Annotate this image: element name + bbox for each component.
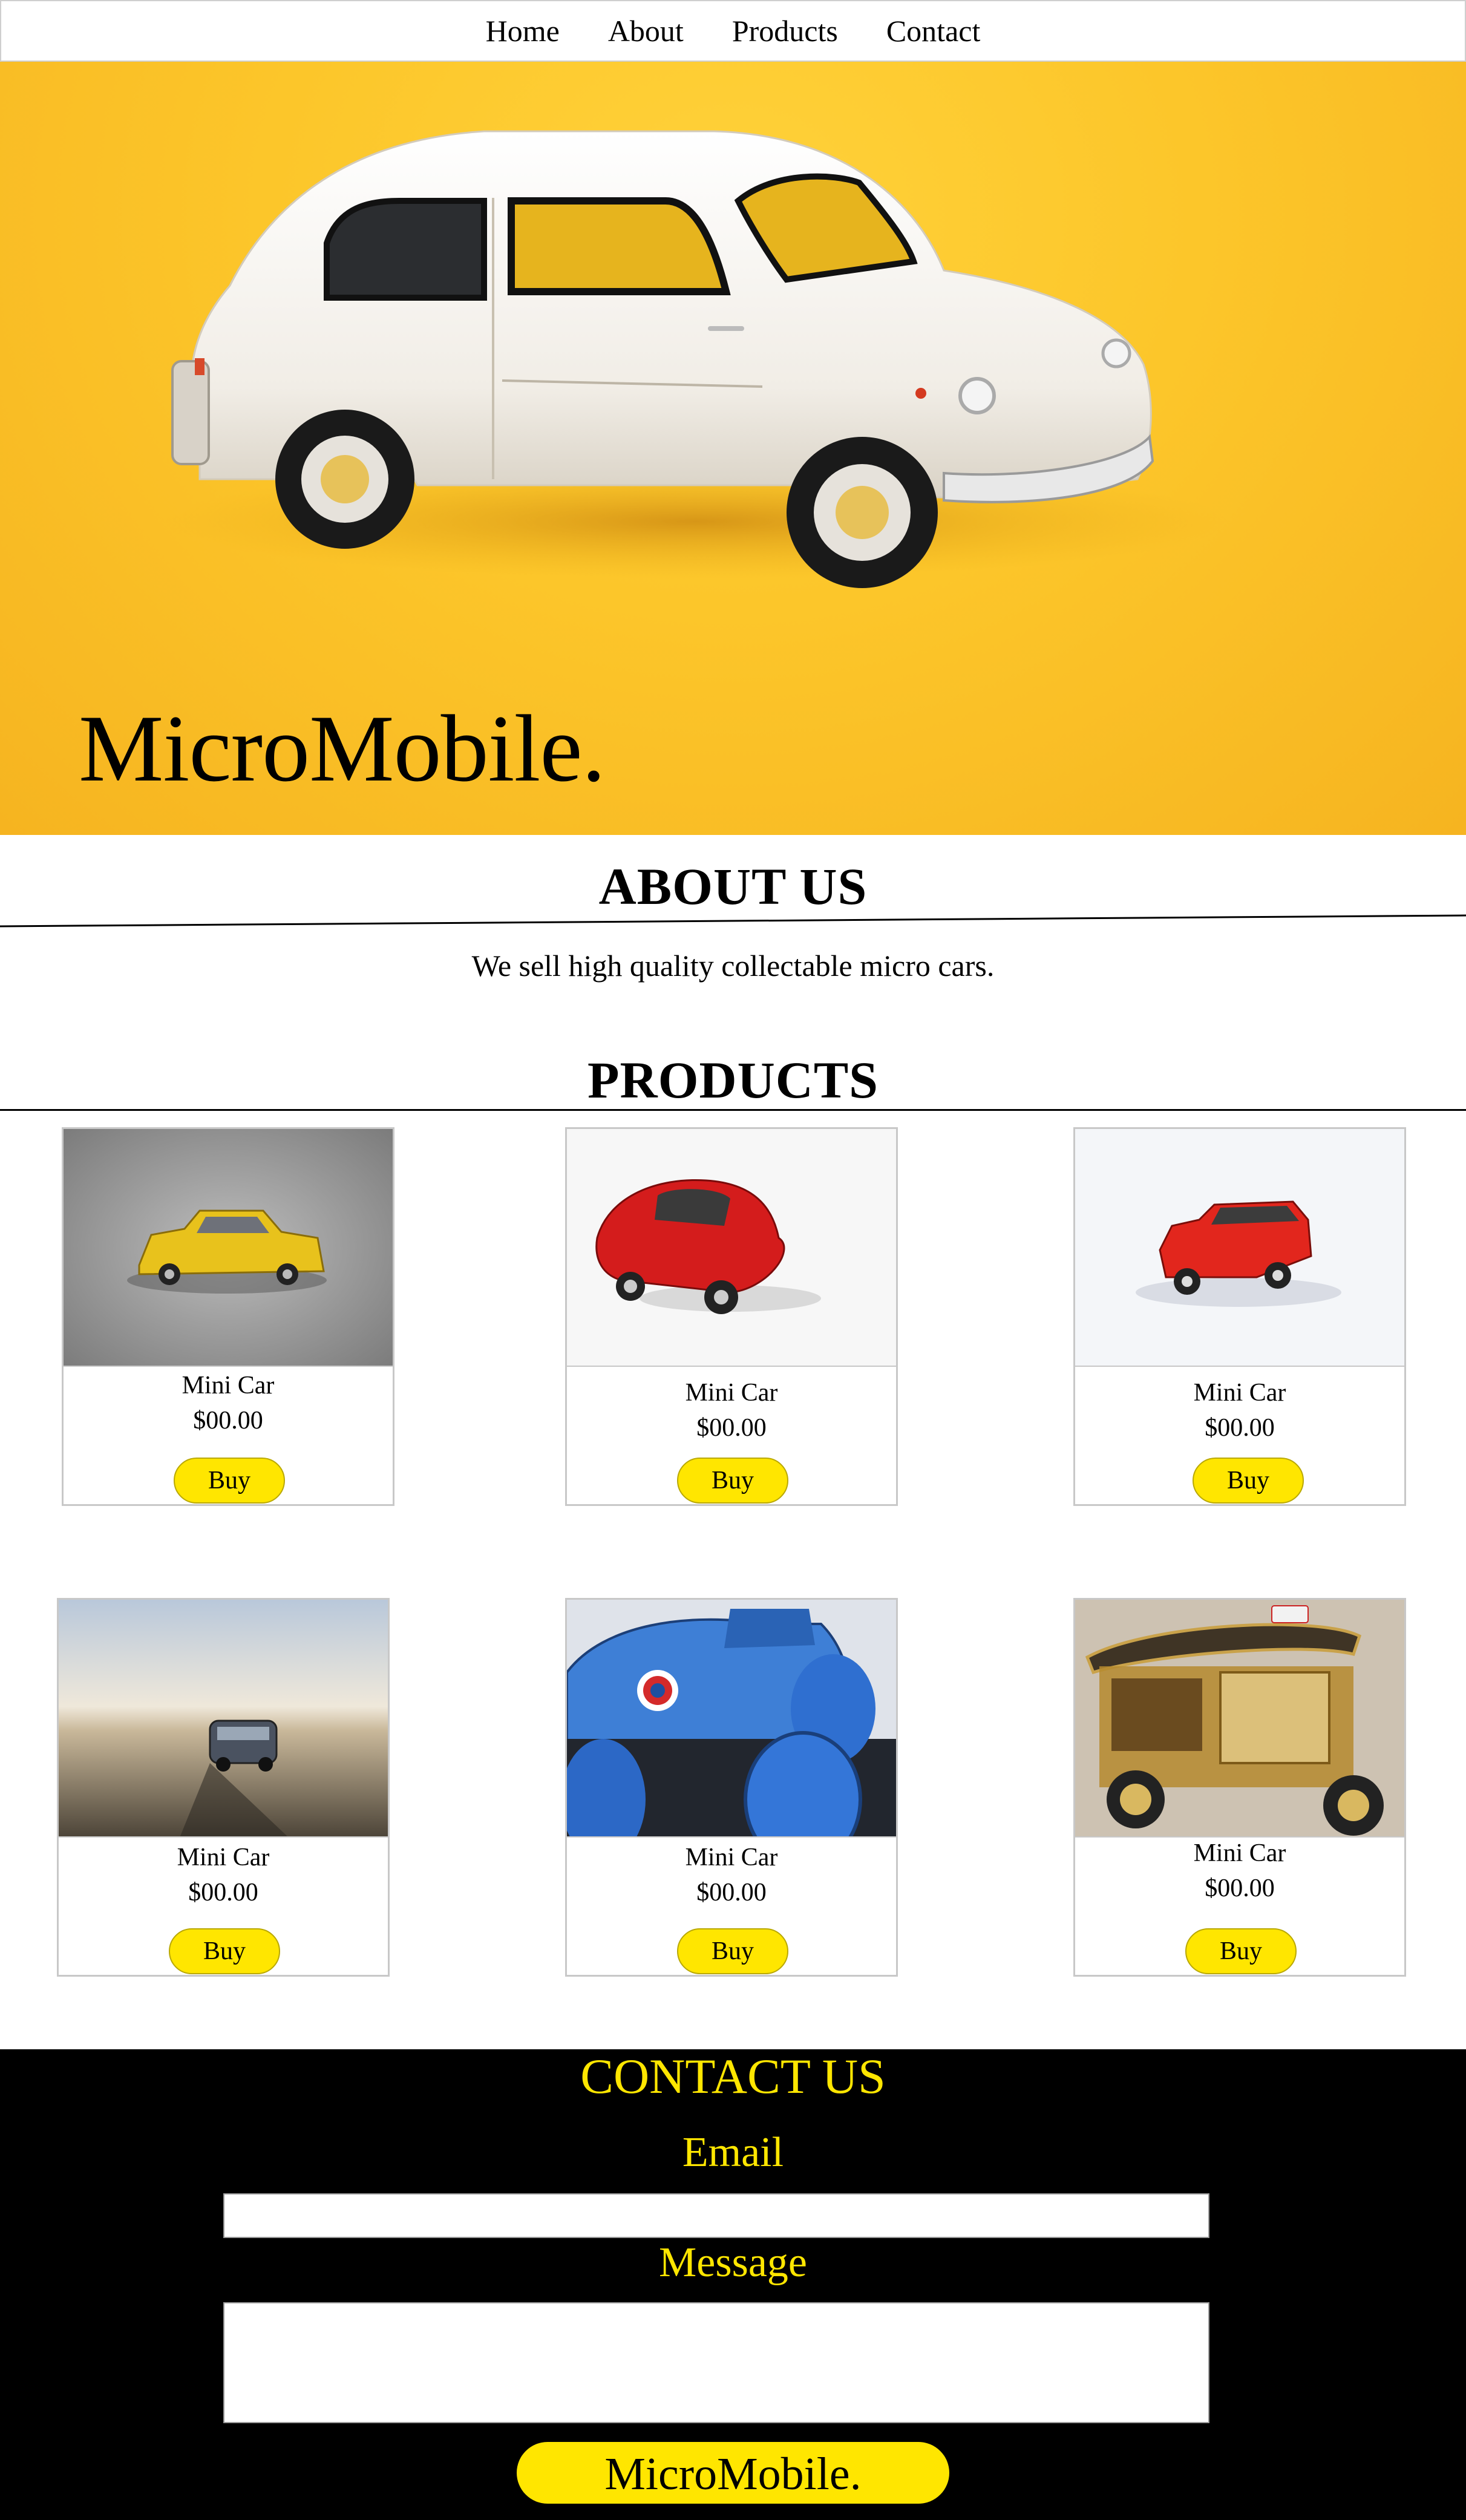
product-price: $00.00	[1205, 1414, 1275, 1442]
product-price: $00.00	[188, 1879, 258, 1906]
message-field[interactable]	[223, 2302, 1209, 2423]
product-name: Mini Car	[1193, 1379, 1286, 1407]
nav-link-home[interactable]: Home	[486, 13, 560, 48]
product-image-van[interactable]	[59, 1600, 388, 1838]
nav-link-about[interactable]: About	[608, 13, 684, 48]
nav-link-products[interactable]: Products	[732, 13, 838, 48]
about-heading: ABOUT US	[598, 857, 868, 915]
product-image-red-suv[interactable]	[1075, 1129, 1404, 1367]
products-divider	[0, 1109, 1466, 1111]
buy-button[interactable]: Buy	[174, 1458, 285, 1504]
buy-button[interactable]: Buy	[1185, 1928, 1297, 1974]
product-name: Mini Car	[685, 1844, 778, 1871]
product-card: Mini Car $00.00 Buy	[57, 1598, 390, 1977]
hero-banner: MicroMobile.	[0, 62, 1466, 835]
product-name: Mini Car	[177, 1844, 270, 1871]
product-card: Mini Car $00.00 Buy	[1073, 1127, 1406, 1506]
email-label: Email	[682, 2129, 784, 2176]
product-card: Mini Car $00.00 Buy	[62, 1127, 394, 1506]
email-field[interactable]	[223, 2193, 1209, 2238]
product-card: Mini Car $00.00 Buy	[1073, 1598, 1406, 1977]
about-text: We sell high quality collectable micro c…	[471, 949, 995, 983]
product-price: $00.00	[696, 1414, 767, 1442]
hero-brand-title: MicroMobile.	[79, 696, 606, 802]
nav-link-contact[interactable]: Contact	[886, 13, 981, 48]
product-image-tuk-tuk[interactable]	[1075, 1600, 1404, 1838]
message-label: Message	[659, 2239, 807, 2286]
product-image-yellow-car[interactable]	[64, 1129, 393, 1367]
product-name: Mini Car	[182, 1372, 275, 1399]
product-price: $00.00	[1205, 1874, 1275, 1902]
buy-button[interactable]: Buy	[169, 1928, 280, 1974]
product-image-red-beetle[interactable]	[567, 1129, 896, 1367]
submit-button[interactable]: MicroMobile.	[517, 2442, 949, 2504]
product-card: Mini Car $00.00 Buy	[565, 1598, 898, 1977]
product-price: $00.00	[193, 1407, 263, 1435]
product-price: $00.00	[696, 1879, 767, 1906]
product-image-blue-truck[interactable]	[567, 1600, 896, 1838]
products-heading: PRODUCTS	[587, 1051, 879, 1109]
product-name: Mini Car	[685, 1379, 778, 1407]
about-divider	[0, 914, 1466, 928]
buy-button[interactable]: Buy	[677, 1458, 788, 1504]
product-name: Mini Car	[1193, 1839, 1286, 1867]
product-card: Mini Car $00.00 Buy	[565, 1127, 898, 1506]
contact-heading: CONTACT US	[580, 2049, 886, 2104]
buy-button[interactable]: Buy	[1193, 1458, 1304, 1504]
top-navigation: Home About Products Contact	[0, 0, 1466, 62]
buy-button[interactable]: Buy	[677, 1928, 788, 1974]
